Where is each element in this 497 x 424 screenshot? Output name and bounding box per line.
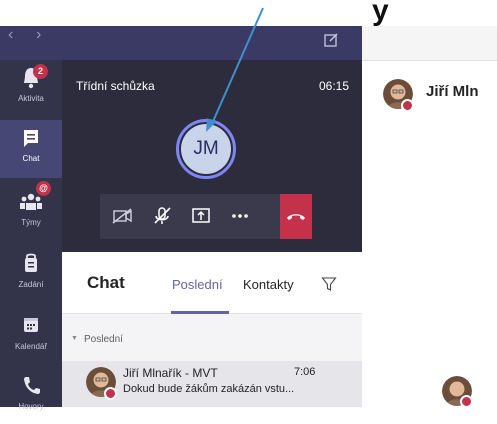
back-arrow-icon[interactable]: ‹ [8,26,13,44]
annotation-area [0,0,497,26]
annotation-text: y [372,0,389,27]
activity-count-badge: 2 [33,64,48,79]
rail-item-activity[interactable]: Aktivita [0,60,62,118]
chat-heading: Chat [87,273,125,292]
contact-name: Jiří Mlnařík - MVT [123,366,218,380]
presence-busy-icon [104,387,117,400]
rail-label-teams: Týmy [21,218,41,227]
assignments-icon [25,253,37,272]
teams-mention-badge: @ [36,181,51,196]
tab-contacts[interactable]: Kontakty [243,277,294,292]
hang-up-icon [287,214,305,220]
more-icon[interactable] [222,194,258,239]
meeting-title: Třídní schůzka [76,79,155,93]
tab-active-indicator [171,311,229,314]
hang-up-button[interactable] [280,194,312,239]
rail-item-calls[interactable]: Hovory [0,366,62,424]
message-preview: Dokud bude žákům zakázán vstu... [123,383,295,395]
app-rail: Aktivita Chat Týmy Zadání Kalendář Hovor… [0,60,62,411]
rail-label-chat: Chat [22,154,40,163]
camera-off-icon[interactable] [104,194,140,239]
presence-busy-icon [460,395,473,408]
tab-recent[interactable]: Poslední [172,277,223,292]
calendar-icon [24,318,38,332]
compose-icon[interactable] [321,30,341,50]
chat-icon [24,130,38,147]
call-duration: 06:15 [319,79,350,93]
title-bar [0,26,362,60]
filter-icon[interactable] [321,276,337,292]
phone-icon [24,377,40,394]
forward-arrow-icon[interactable]: › [36,26,41,44]
rail-label-activity: Aktivita [18,94,44,103]
conversation-title: Jiří Mln [426,83,479,100]
rail-item-calendar[interactable]: Kalendář [0,308,62,366]
rail-item-teams[interactable]: Týmy [0,184,62,242]
presence-busy-icon [401,99,414,112]
rail-label-calendar: Kalendář [14,342,48,351]
participant-avatar: JM [181,124,231,174]
rail-item-chat[interactable]: Chat [0,120,62,178]
section-label-recent[interactable]: Poslední [84,334,123,345]
message-time: 7:06 [294,366,316,378]
right-title-bar [362,26,497,60]
rail-label-assignments: Zadání [18,280,44,289]
collapse-caret-icon[interactable]: ▼ [71,335,78,342]
header-divider [362,60,497,61]
mic-off-icon[interactable] [144,194,180,239]
share-screen-icon[interactable] [183,194,219,239]
rail-item-assignments[interactable]: Zadání [0,246,62,304]
